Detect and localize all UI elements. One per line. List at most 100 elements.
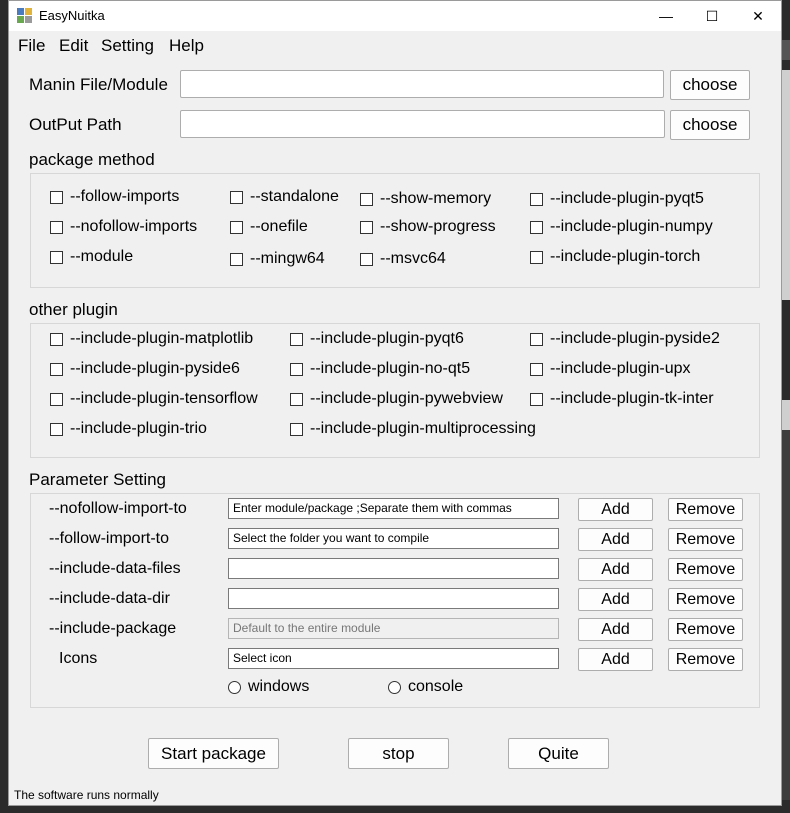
checkbox-box[interactable]	[530, 362, 543, 376]
menu-setting[interactable]: Setting	[101, 36, 154, 56]
checkbox-box[interactable]	[50, 220, 63, 234]
start-package-button[interactable]: Start package	[148, 738, 279, 769]
checkbox-include-plugin-multiprocessing[interactable]: --include-plugin-multiprocessing	[290, 420, 536, 438]
include-package-input: Default to the entire module	[228, 618, 559, 639]
checkbox-label: --include-plugin-torch	[550, 248, 701, 265]
checkbox-include-plugin-pyqt5[interactable]: --include-plugin-pyqt5	[530, 190, 704, 208]
checkbox-box[interactable]	[530, 220, 543, 234]
app-window: EasyNuitka — ☐ ✕ File Edit Setting Help …	[8, 0, 782, 806]
checkbox-include-plugin-numpy[interactable]: --include-plugin-numpy	[530, 218, 713, 236]
remove-include-package-button[interactable]: Remove	[668, 618, 743, 641]
checkbox-msvc64[interactable]: --msvc64	[360, 250, 446, 268]
parameter-setting-title: Parameter Setting	[29, 470, 167, 489]
background-window-strip	[782, 300, 790, 400]
checkbox-box[interactable]	[230, 252, 243, 266]
checkbox-include-plugin-matplotlib[interactable]: --include-plugin-matplotlib	[50, 330, 253, 348]
add-include-data-dir-button[interactable]: Add	[578, 588, 653, 611]
checkbox-label: --include-plugin-tk-inter	[550, 390, 714, 407]
checkbox-include-plugin-no-qt5[interactable]: --include-plugin-no-qt5	[290, 360, 470, 378]
checkbox-box[interactable]	[50, 422, 63, 436]
checkbox-box[interactable]	[50, 250, 63, 264]
checkbox-label: --include-plugin-no-qt5	[310, 360, 471, 377]
package-method-group: --follow-imports --standalone --show-mem…	[30, 173, 760, 288]
checkbox-follow-imports[interactable]: --follow-imports	[50, 188, 179, 206]
include-data-files-input[interactable]	[228, 558, 559, 579]
checkbox-standalone[interactable]: --standalone	[230, 188, 339, 206]
add-icons-button[interactable]: Add	[578, 648, 653, 671]
checkbox-include-plugin-pyqt6[interactable]: --include-plugin-pyqt6	[290, 330, 464, 348]
checkbox-onefile[interactable]: --onefile	[230, 218, 308, 236]
remove-nofollow-import-to-button[interactable]: Remove	[668, 498, 743, 521]
checkbox-box[interactable]	[530, 332, 543, 346]
add-include-package-button[interactable]: Add	[578, 618, 653, 641]
output-path-label: OutPut Path	[29, 115, 122, 134]
other-plugin-group: --include-plugin-matplotlib --include-pl…	[30, 323, 760, 458]
checkbox-box[interactable]	[530, 192, 543, 206]
icons-input[interactable]: Select icon	[228, 648, 559, 669]
checkbox-box[interactable]	[290, 362, 303, 376]
remove-include-data-dir-button[interactable]: Remove	[668, 588, 743, 611]
checkbox-label: --include-plugin-pyside6	[70, 360, 240, 377]
radio-console[interactable]: console	[388, 678, 463, 696]
stop-button[interactable]: stop	[348, 738, 449, 769]
checkbox-box[interactable]	[50, 392, 63, 406]
checkbox-box[interactable]	[360, 192, 373, 206]
checkbox-label: --include-plugin-pyqt6	[310, 330, 464, 347]
checkbox-box[interactable]	[360, 252, 373, 266]
choose-output-path-button[interactable]: choose	[670, 110, 750, 140]
remove-include-data-files-button[interactable]: Remove	[668, 558, 743, 581]
checkbox-box[interactable]	[50, 332, 63, 346]
status-bar-text: The software runs normally	[14, 788, 159, 802]
app-logo-icon	[17, 8, 33, 24]
remove-follow-import-to-button[interactable]: Remove	[668, 528, 743, 551]
choose-main-file-button[interactable]: choose	[670, 70, 750, 100]
include-data-dir-input[interactable]	[228, 588, 559, 609]
checkbox-box[interactable]	[50, 362, 63, 376]
remove-icons-button[interactable]: Remove	[668, 648, 743, 671]
add-follow-import-to-button[interactable]: Add	[578, 528, 653, 551]
checkbox-nofollow-imports[interactable]: --nofollow-imports	[50, 218, 197, 236]
checkbox-include-plugin-pyside2[interactable]: --include-plugin-pyside2	[530, 330, 720, 348]
checkbox-box[interactable]	[290, 332, 303, 346]
minimize-button[interactable]: —	[643, 1, 689, 31]
menu-file[interactable]: File	[18, 36, 45, 56]
menu-help[interactable]: Help	[169, 36, 204, 56]
param-label-follow-import-to: --follow-import-to	[49, 530, 170, 547]
checkbox-box[interactable]	[360, 220, 373, 234]
checkbox-include-plugin-pywebview[interactable]: --include-plugin-pywebview	[290, 390, 503, 408]
radio-circle[interactable]	[228, 680, 241, 694]
checkbox-box[interactable]	[530, 392, 543, 406]
quit-button[interactable]: Quite	[508, 738, 609, 769]
checkbox-include-plugin-tk-inter[interactable]: --include-plugin-tk-inter	[530, 390, 714, 408]
checkbox-box[interactable]	[290, 422, 303, 436]
checkbox-include-plugin-upx[interactable]: --include-plugin-upx	[530, 360, 691, 378]
checkbox-include-plugin-torch[interactable]: --include-plugin-torch	[530, 248, 700, 266]
maximize-button[interactable]: ☐	[689, 1, 735, 31]
checkbox-box[interactable]	[50, 190, 63, 204]
checkbox-label: --mingw64	[250, 250, 325, 267]
output-path-input[interactable]	[180, 110, 665, 138]
checkbox-include-plugin-pyside6[interactable]: --include-plugin-pyside6	[50, 360, 240, 378]
add-include-data-files-button[interactable]: Add	[578, 558, 653, 581]
checkbox-label: --include-plugin-multiprocessing	[310, 420, 536, 437]
package-method-title: package method	[29, 150, 155, 169]
checkbox-box[interactable]	[230, 220, 243, 234]
checkbox-box[interactable]	[530, 250, 543, 264]
checkbox-module[interactable]: --module	[50, 248, 133, 266]
follow-import-to-input[interactable]: Select the folder you want to compile	[228, 528, 559, 549]
checkbox-box[interactable]	[230, 190, 243, 204]
checkbox-box[interactable]	[290, 392, 303, 406]
checkbox-mingw64[interactable]: --mingw64	[230, 250, 325, 268]
close-button[interactable]: ✕	[735, 1, 781, 31]
checkbox-label: --show-progress	[380, 218, 496, 235]
nofollow-import-to-input[interactable]: Enter module/package ;Separate them with…	[228, 498, 559, 519]
checkbox-show-progress[interactable]: --show-progress	[360, 218, 496, 236]
checkbox-include-plugin-trio[interactable]: --include-plugin-trio	[50, 420, 207, 438]
radio-windows[interactable]: windows	[228, 678, 309, 696]
add-nofollow-import-to-button[interactable]: Add	[578, 498, 653, 521]
checkbox-show-memory[interactable]: --show-memory	[360, 190, 491, 208]
radio-circle[interactable]	[388, 680, 401, 694]
menu-edit[interactable]: Edit	[59, 36, 88, 56]
main-file-input[interactable]	[180, 70, 664, 98]
checkbox-include-plugin-tensorflow[interactable]: --include-plugin-tensorflow	[50, 390, 258, 408]
